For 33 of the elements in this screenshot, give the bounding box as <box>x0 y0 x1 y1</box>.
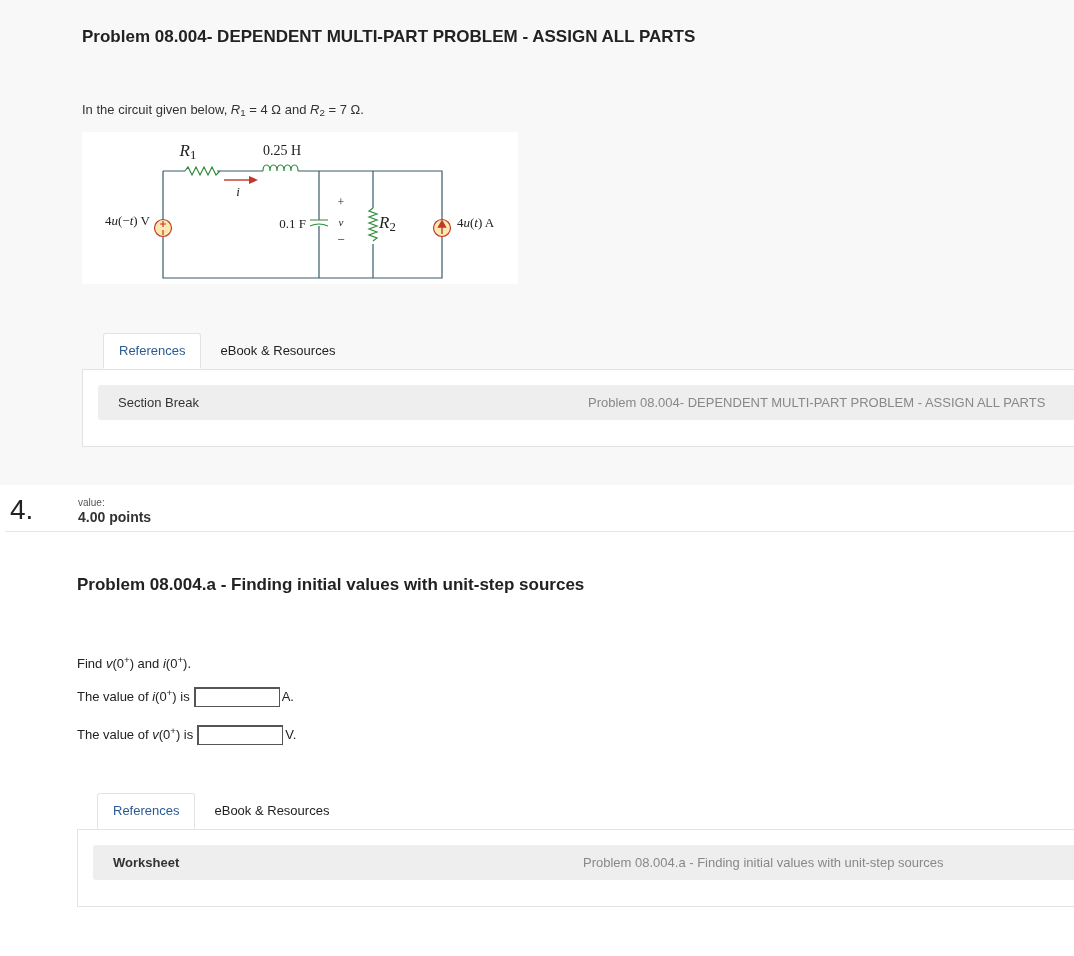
circuit-label: 0.1 F <box>278 217 306 230</box>
circuit-label: 4u(−t) V <box>103 214 150 227</box>
section-bar[interactable]: Worksheet Problem 08.004.a - Finding initial values with unit-step sources <box>93 845 1074 880</box>
unit-label: V. <box>285 726 297 745</box>
tab[interactable]: eBook & Resources <box>195 793 349 829</box>
circuit-label: R$_{2}$ <box>379 214 397 231</box>
section-bar[interactable]: Section Break Problem 08.004- DEPENDENT MULTI-PART PROBLEM - ASSIGN ALL PARTS <box>98 385 1074 420</box>
tab[interactable]: References <box>97 793 196 829</box>
section-title: Problem 08.004- DEPENDENT MULTI-PART PROBLEM - ASSIGN ALL PARTS <box>588 393 1046 412</box>
question-number: 4. <box>9 493 35 527</box>
answer-label: The value of v(0$^{+}$) is <box>77 725 194 745</box>
answer-field[interactable] <box>193 687 280 707</box>
question-prompt: Find v(0$^{+}$) and i(0$^{+}$). <box>77 653 193 673</box>
answer-field[interactable] <box>197 725 284 745</box>
tab[interactable]: eBook & Resources <box>201 333 355 369</box>
unit-label: A. <box>281 688 294 707</box>
question-title: Problem 08.004.a - Finding initial values with unit-step sources <box>77 574 586 596</box>
tab[interactable]: References <box>103 333 202 369</box>
circuit-label: 4u(t) A <box>457 216 496 229</box>
section-label: Section Break <box>117 393 200 412</box>
circuit-label: − <box>336 233 346 246</box>
circuit-label: v <box>337 217 345 228</box>
circuit-label: + <box>336 196 346 208</box>
circuit-label: R$_{1}$ <box>178 142 198 159</box>
answer-label: The value of i(0$^{+}$) is <box>77 687 190 707</box>
value-label: value: <box>78 497 106 509</box>
circuit-label: i <box>235 185 241 198</box>
problem-statement: In the circuit given below, R$_{1}$ = 4 Ω and R$_{2}$ = 7 Ω. <box>82 100 365 119</box>
section-title: Problem 08.004.a - Finding initial values with unit-step sources <box>583 853 944 872</box>
section-label: Worksheet <box>112 853 181 872</box>
points-value: 4.00 points <box>78 509 152 525</box>
circuit-label: 0.25 H <box>261 144 303 158</box>
problem-title: Problem 08.004- DEPENDENT MULTI-PART PROBLEM - ASSIGN ALL PARTS <box>82 26 697 48</box>
